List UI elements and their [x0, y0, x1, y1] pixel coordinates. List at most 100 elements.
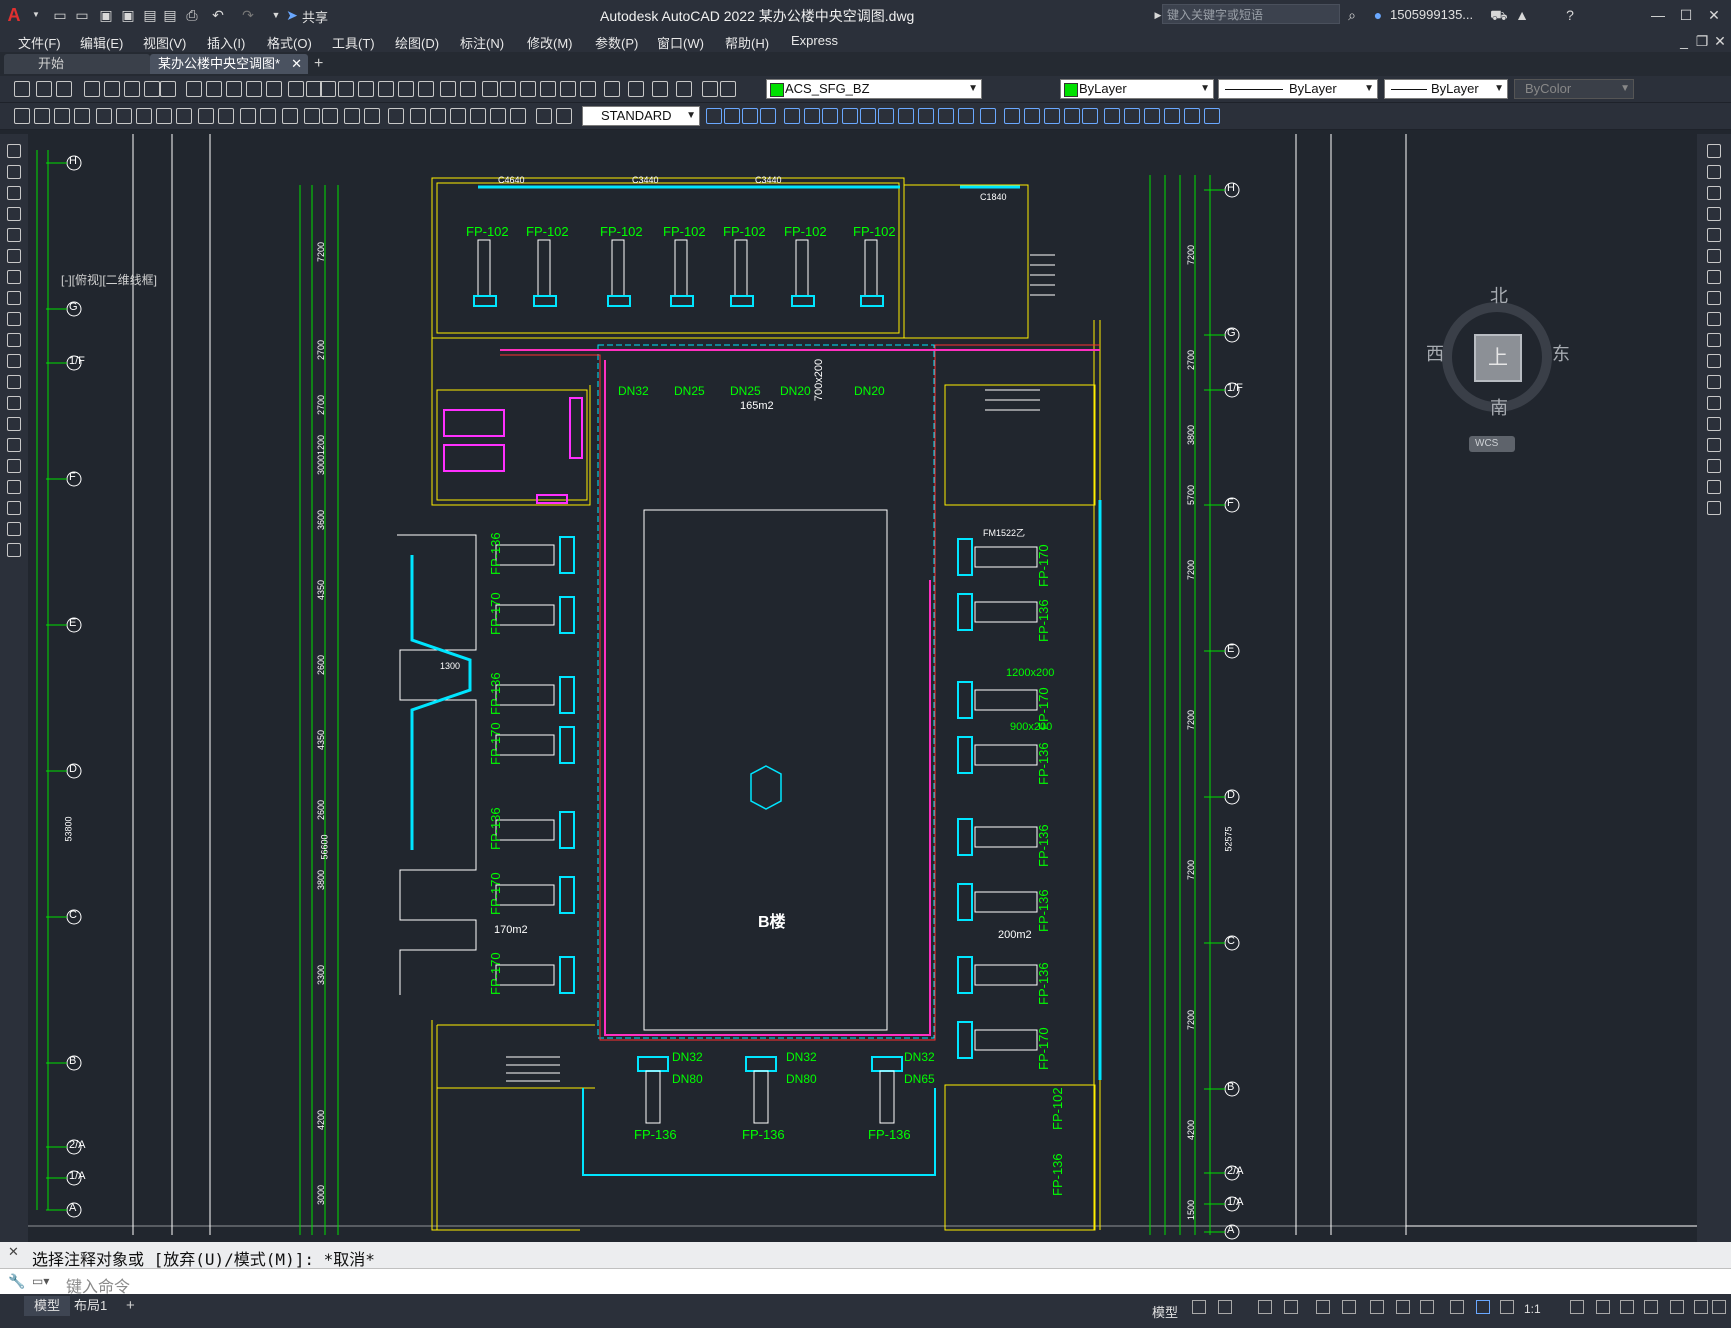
- dim-tool-25-icon[interactable]: [510, 108, 526, 124]
- doc-restore-icon[interactable]: ❐: [1694, 33, 1710, 49]
- status-toggle-18-icon[interactable]: [1694, 1300, 1708, 1314]
- menu-dimension[interactable]: 标注(N): [460, 33, 504, 52]
- modify-palette-8-icon[interactable]: [1707, 291, 1721, 305]
- status-toggle-3-icon[interactable]: [1258, 1300, 1272, 1314]
- modify-tool-5-icon[interactable]: [784, 108, 800, 124]
- lineweight-dropdown[interactable]: ByLayer ▼: [1384, 79, 1508, 99]
- annotation-scale[interactable]: 1:1: [1524, 1302, 1541, 1316]
- draw-tool-18-icon[interactable]: [7, 501, 21, 515]
- wcs-menu[interactable]: WCS: [1469, 436, 1515, 452]
- draw-tool-3-icon[interactable]: [7, 186, 21, 200]
- close-icon[interactable]: ✕: [1706, 7, 1722, 23]
- dim-tool-27-icon[interactable]: [556, 108, 572, 124]
- dim-tool-4-icon[interactable]: [74, 108, 90, 124]
- standard-tool-19-icon[interactable]: [378, 81, 394, 97]
- autocad-logo-icon[interactable]: A: [6, 6, 22, 24]
- command-line[interactable]: 🔧 ▭▾ 键入命令: [0, 1268, 1731, 1296]
- status-toggle-15-icon[interactable]: [1620, 1300, 1634, 1314]
- draw-tool-14-icon[interactable]: [7, 417, 21, 431]
- standard-tool-13-icon[interactable]: [266, 81, 282, 97]
- standard-tool-1-icon[interactable]: [14, 81, 30, 97]
- modify-tool-22-icon[interactable]: [1124, 108, 1140, 124]
- standard-tool-18-icon[interactable]: [358, 81, 374, 97]
- open-file-icon[interactable]: ▭: [74, 7, 90, 23]
- draw-tool-2-icon[interactable]: [7, 165, 21, 179]
- new-file-icon[interactable]: ▭: [52, 7, 68, 23]
- qat-customize-icon[interactable]: ▼: [268, 7, 284, 23]
- status-toggle-2-icon[interactable]: [1218, 1300, 1232, 1314]
- layer-dropdown[interactable]: ACS_SFG_BZ ▼: [766, 79, 982, 99]
- modify-tool-16-icon[interactable]: [1004, 108, 1020, 124]
- standard-tool-16-icon[interactable]: [320, 81, 336, 97]
- compass-south[interactable]: 南: [1490, 394, 1508, 420]
- minimize-icon[interactable]: —: [1650, 7, 1666, 23]
- menu-express[interactable]: Express: [791, 33, 838, 48]
- draw-tool-11-icon[interactable]: [7, 354, 21, 368]
- menu-edit[interactable]: 编辑(E): [80, 33, 123, 52]
- standard-tool-33-icon[interactable]: [676, 81, 692, 97]
- plot-icon[interactable]: ⎙: [184, 7, 200, 23]
- modify-palette-6-icon[interactable]: [1707, 249, 1721, 263]
- draw-tool-9-icon[interactable]: [7, 312, 21, 326]
- modify-palette-18-icon[interactable]: [1707, 501, 1721, 515]
- modify-palette-15-icon[interactable]: [1707, 438, 1721, 452]
- compass-east[interactable]: 东: [1552, 340, 1570, 366]
- dim-tool-7-icon[interactable]: [136, 108, 152, 124]
- standard-tool-23-icon[interactable]: [460, 81, 476, 97]
- draw-tool-10-icon[interactable]: [7, 333, 21, 347]
- status-toggle-13-icon[interactable]: [1570, 1300, 1584, 1314]
- share-label[interactable]: 共享: [302, 7, 328, 26]
- standard-tool-21-icon[interactable]: [418, 81, 434, 97]
- dim-tool-26-icon[interactable]: [536, 108, 552, 124]
- dim-tool-5-icon[interactable]: [96, 108, 112, 124]
- text-style-dropdown[interactable]: STANDARD ▼: [582, 106, 700, 126]
- user-name[interactable]: 1505999135...: [1390, 7, 1473, 22]
- draw-tool-17-icon[interactable]: [7, 480, 21, 494]
- search-icon[interactable]: ⌕: [1344, 7, 1360, 23]
- draw-tool-7-icon[interactable]: [7, 270, 21, 284]
- modify-palette-17-icon[interactable]: [1707, 480, 1721, 494]
- dim-tool-1-icon[interactable]: [14, 108, 30, 124]
- dim-tool-3-icon[interactable]: [54, 108, 70, 124]
- draw-tool-5-icon[interactable]: [7, 228, 21, 242]
- modify-tool-20-icon[interactable]: [1082, 108, 1098, 124]
- standard-tool-12-icon[interactable]: [246, 81, 262, 97]
- standard-tool-5-icon[interactable]: [104, 81, 120, 97]
- status-toggle-9-icon[interactable]: [1420, 1300, 1434, 1314]
- status-toggle-7-icon[interactable]: [1370, 1300, 1384, 1314]
- standard-tool-3-icon[interactable]: [56, 81, 72, 97]
- modify-tool-24-icon[interactable]: [1164, 108, 1180, 124]
- modify-tool-26-icon[interactable]: [1204, 108, 1220, 124]
- standard-tool-24-icon[interactable]: [482, 81, 498, 97]
- modify-tool-18-icon[interactable]: [1044, 108, 1060, 124]
- compass-north[interactable]: 北: [1490, 282, 1508, 308]
- standard-tool-4-icon[interactable]: [84, 81, 100, 97]
- standard-tool-11-icon[interactable]: [226, 81, 242, 97]
- compass-west[interactable]: 西: [1426, 340, 1444, 366]
- standard-tool-10-icon[interactable]: [206, 81, 222, 97]
- modify-tool-15-icon[interactable]: [980, 108, 996, 124]
- doc-minimize-icon[interactable]: _: [1676, 33, 1692, 49]
- draw-tool-12-icon[interactable]: [7, 375, 21, 389]
- standard-tool-31-icon[interactable]: [628, 81, 644, 97]
- draw-tool-19-icon[interactable]: [7, 522, 21, 536]
- modify-tool-10-icon[interactable]: [878, 108, 894, 124]
- customize-wrench-icon[interactable]: 🔧: [8, 1273, 25, 1290]
- dim-tool-17-icon[interactable]: [344, 108, 360, 124]
- standard-tool-34-icon[interactable]: [702, 81, 718, 97]
- standard-tool-2-icon[interactable]: [36, 81, 52, 97]
- menu-format[interactable]: 格式(O): [267, 33, 312, 52]
- standard-tool-6-icon[interactable]: [124, 81, 140, 97]
- dim-tool-16-icon[interactable]: [322, 108, 338, 124]
- undo-icon[interactable]: ↶: [210, 7, 226, 23]
- modify-palette-3-icon[interactable]: [1707, 186, 1721, 200]
- modify-palette-10-icon[interactable]: [1707, 333, 1721, 347]
- redo-icon[interactable]: ↷: [240, 7, 256, 23]
- status-toggle-11-icon[interactable]: [1476, 1300, 1490, 1314]
- viewcube-top-face[interactable]: 上: [1474, 334, 1522, 382]
- standard-tool-27-icon[interactable]: [540, 81, 556, 97]
- command-prompt-icon[interactable]: ▭▾: [32, 1274, 49, 1288]
- dim-tool-22-icon[interactable]: [450, 108, 466, 124]
- menu-insert[interactable]: 插入(I): [207, 33, 245, 52]
- dim-tool-20-icon[interactable]: [410, 108, 426, 124]
